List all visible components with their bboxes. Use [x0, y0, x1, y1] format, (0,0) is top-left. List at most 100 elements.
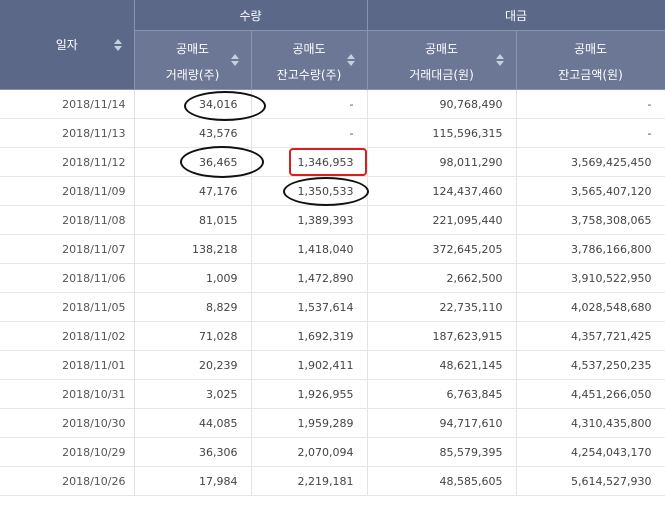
table-row: 2018/11/08 81,015 1,389,393 221,095,440 3,75… [0, 205, 665, 235]
table-row: 2018/10/31 3,025 1,926,955 6,763,845 4,451,2… [0, 379, 665, 409]
short-balance-amount-cell: 4,028,548,680 [516, 292, 665, 322]
date-cell: 2018/11/07 [0, 234, 135, 264]
short-balance-amount-cell: 4,451,266,050 [516, 379, 665, 409]
short-balance-amount-cell: 3,569,425,450 [516, 147, 665, 177]
date-cell: 2018/11/08 [0, 205, 135, 235]
quantity-group-header: 수량 [134, 0, 368, 31]
short-trade-amount-cell: 6,763,845 [367, 379, 517, 409]
date-cell: 2018/11/12 [0, 147, 135, 177]
table-row: 2018/11/09 47,176 1,350,533 124,437,460 3,56… [0, 176, 665, 206]
short-trade-amount-cell: 372,645,205 [367, 234, 517, 264]
table-row: 2018/11/12 36,465 1,346,953 98,011,290 3,569… [0, 147, 665, 177]
date-cell: 2018/11/09 [0, 176, 135, 206]
sort-icon[interactable] [113, 38, 122, 51]
short-balance-amount-cell: - [516, 89, 665, 119]
short-volume-cell: 3,025 [134, 379, 252, 409]
header-line2: 거래대금(원) [409, 67, 474, 82]
short-trade-amount-cell: 187,623,915 [367, 321, 517, 351]
short-balance-qty-cell: 1,959,289 [251, 408, 368, 438]
table-row: 2018/11/02 71,028 1,692,319 187,623,915 4,35… [0, 321, 665, 351]
short-balance-qty-cell: 1,389,393 [251, 205, 368, 235]
short-balance-qty-cell: 1,472,890 [251, 263, 368, 293]
short-selling-table: 일자 수량 대금 공매도 거래량(주) 공매도 잔고수량(주) 공매도 거래대금… [0, 0, 665, 496]
short-balance-qty-cell: 1,537,614 [251, 292, 368, 322]
short-volume-cell: 43,576 [134, 118, 252, 148]
short-volume-cell: 36,465 [134, 147, 252, 177]
short-trade-amount-cell: 94,717,610 [367, 408, 517, 438]
short-trade-amount-cell: 98,011,290 [367, 147, 517, 177]
short-balance-amount-cell: 4,537,250,235 [516, 350, 665, 380]
short-trade-amount-cell: 221,095,440 [367, 205, 517, 235]
table-row: 2018/11/06 1,009 1,472,890 2,662,500 3,910,5… [0, 263, 665, 293]
date-cell: 2018/11/05 [0, 292, 135, 322]
table-row: 2018/10/26 17,984 2,219,181 48,585,605 5,614… [0, 466, 665, 496]
short-balance-qty-cell: 1,418,040 [251, 234, 368, 264]
short-volume-cell: 44,085 [134, 408, 252, 438]
short-trade-amount-cell: 48,585,605 [367, 466, 517, 496]
short-volume-cell: 71,028 [134, 321, 252, 351]
date-cell: 2018/11/01 [0, 350, 135, 380]
short-balance-qty-cell: - [251, 89, 368, 119]
short-balance-amount-cell: 3,565,407,120 [516, 176, 665, 206]
date-cell: 2018/10/26 [0, 466, 135, 496]
short-trade-amount-cell: 115,596,315 [367, 118, 517, 148]
short-volume-cell: 20,239 [134, 350, 252, 380]
sort-icon[interactable] [495, 54, 504, 66]
table-row: 2018/11/13 43,576-115,596,315- [0, 118, 665, 148]
short-balance-amount-header[interactable]: 공매도 잔고금액(원) [516, 30, 665, 90]
date-cell: 2018/11/06 [0, 263, 135, 293]
table-row: 2018/11/07 138,218 1,418,040 372,645,205 3,7… [0, 234, 665, 264]
short-trade-amount-cell: 22,735,110 [367, 292, 517, 322]
date-header-label: 일자 [55, 38, 78, 52]
short-balance-amount-cell: 5,614,527,930 [516, 466, 665, 496]
header-line2: 잔고금액(원) [558, 67, 623, 82]
short-volume-cell: 138,218 [134, 234, 252, 264]
short-volume-header[interactable]: 공매도 거래량(주) [134, 30, 252, 90]
table-row: 2018/11/05 8,829 1,537,614 22,735,110 4,028,… [0, 292, 665, 322]
short-trade-amount-cell: 90,768,490 [367, 89, 517, 119]
sort-icon[interactable] [230, 54, 239, 66]
short-balance-qty-cell: 2,219,181 [251, 466, 368, 496]
table-row: 2018/11/01 20,239 1,902,411 48,621,145 4,537… [0, 350, 665, 380]
short-balance-qty-cell: 2,070,094 [251, 437, 368, 467]
short-trade-amount-cell: 2,662,500 [367, 263, 517, 293]
short-selling-table-container: 일자 수량 대금 공매도 거래량(주) 공매도 잔고수량(주) 공매도 거래대금… [0, 0, 665, 509]
date-cell: 2018/11/14 [0, 89, 135, 119]
date-cell: 2018/11/13 [0, 118, 135, 148]
short-balance-qty-cell: - [251, 118, 368, 148]
header-line1: 공매도 [573, 41, 608, 56]
short-trade-amount-cell: 124,437,460 [367, 176, 517, 206]
short-balance-qty-cell: 1,926,955 [251, 379, 368, 409]
short-trade-amount-header[interactable]: 공매도 거래대금(원) [367, 30, 517, 90]
amount-group-header: 대금 [367, 0, 665, 31]
short-balance-amount-cell: 4,357,721,425 [516, 321, 665, 351]
short-balance-amount-cell: 4,310,435,800 [516, 408, 665, 438]
short-volume-cell: 1,009 [134, 263, 252, 293]
date-column-header[interactable]: 일자 [0, 0, 135, 90]
short-volume-cell: 17,984 [134, 466, 252, 496]
date-cell: 2018/10/30 [0, 408, 135, 438]
table-body: 2018/11/14 34,016-90,768,490-2018/11/13 43… [0, 89, 665, 496]
date-cell: 2018/11/02 [0, 321, 135, 351]
header-line1: 공매도 [424, 41, 459, 56]
short-balance-amount-cell: 4,254,043,170 [516, 437, 665, 467]
table-row: 2018/10/30 44,085 1,959,289 94,717,610 4,310… [0, 408, 665, 438]
short-balance-qty-cell: 1,902,411 [251, 350, 368, 380]
short-balance-qty-cell: 1,692,319 [251, 321, 368, 351]
short-balance-amount-cell: - [516, 118, 665, 148]
short-balance-qty-header[interactable]: 공매도 잔고수량(주) [251, 30, 368, 90]
short-balance-amount-cell: 3,758,308,065 [516, 205, 665, 235]
short-volume-cell: 34,016 [134, 89, 252, 119]
short-balance-amount-cell: 3,786,166,800 [516, 234, 665, 264]
date-cell: 2018/10/29 [0, 437, 135, 467]
date-cell: 2018/10/31 [0, 379, 135, 409]
short-trade-amount-cell: 48,621,145 [367, 350, 517, 380]
table-row: 2018/10/29 36,306 2,070,094 85,579,395 4,254… [0, 437, 665, 467]
short-trade-amount-cell: 85,579,395 [367, 437, 517, 467]
short-volume-cell: 8,829 [134, 292, 252, 322]
sort-icon[interactable] [346, 54, 355, 66]
short-volume-cell: 47,176 [134, 176, 252, 206]
short-balance-qty-cell: 1,346,953 [251, 147, 368, 177]
table-row: 2018/11/14 34,016-90,768,490- [0, 89, 665, 119]
short-volume-cell: 81,015 [134, 205, 252, 235]
